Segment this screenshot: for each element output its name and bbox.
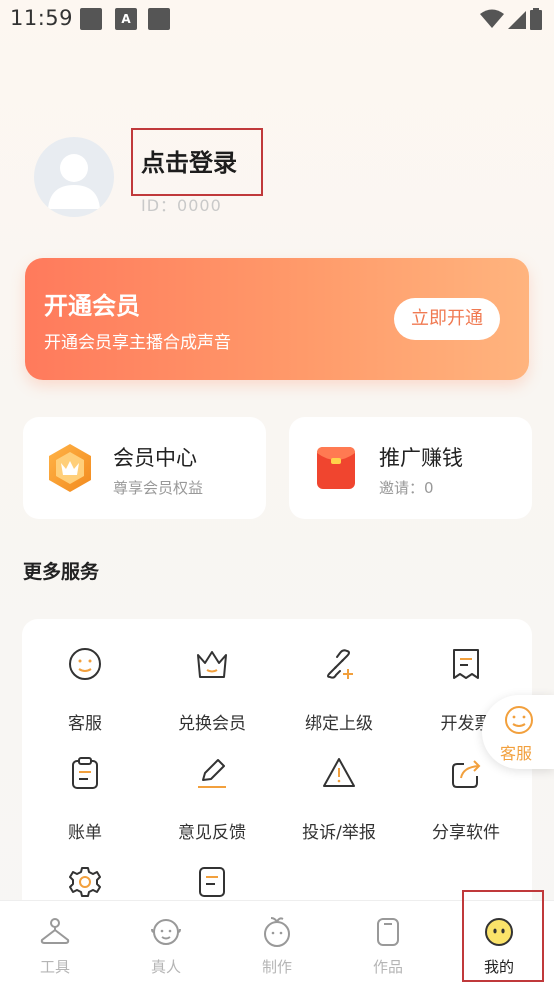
- notification-icon: [80, 8, 102, 30]
- floating-service-label: 客服: [500, 744, 533, 763]
- vip-title: 开通会员: [44, 292, 140, 320]
- service-label: 意见反馈: [178, 823, 246, 843]
- service-label: 投诉/举报: [302, 823, 376, 843]
- profile-page: 11:59 A 点击登录 ID：0000 开通会员 开通会员享主播合成声音 立即…: [0, 0, 554, 984]
- service-feedback[interactable]: 意见反馈: [149, 742, 275, 843]
- tab-works[interactable]: 作品: [333, 901, 443, 984]
- card-title: 会员中心: [113, 446, 197, 470]
- share-icon: [452, 760, 481, 788]
- service-customer-service[interactable]: 客服: [22, 633, 148, 734]
- open-vip-button[interactable]: 立即开通: [394, 298, 500, 340]
- gear-icon: [69, 867, 101, 897]
- notification-icon: [148, 8, 170, 30]
- smiley-face-icon: [69, 648, 101, 680]
- service-label: 客服: [68, 714, 102, 734]
- service-bill[interactable]: 账单: [22, 742, 148, 843]
- card-subtitle: 尊享会员权益: [113, 479, 204, 497]
- login-button[interactable]: 点击登录: [141, 143, 237, 178]
- a-badge-icon: A: [115, 8, 137, 30]
- red-envelope-icon: [317, 447, 355, 489]
- tab-label: 真人: [150, 958, 181, 976]
- crown-icon: [197, 651, 227, 678]
- tab-create[interactable]: 制作: [222, 901, 332, 984]
- tab-label: 制作: [261, 958, 292, 976]
- vip-subtitle: 开通会员享主播合成声音: [44, 333, 231, 353]
- wifi-icon: [480, 9, 504, 28]
- card-title: 推广赚钱: [379, 446, 463, 470]
- service-bind-superior[interactable]: 绑定上级: [276, 633, 402, 734]
- floating-customer-service-button[interactable]: 客服: [482, 695, 554, 769]
- smiley-face-icon: [505, 706, 533, 734]
- person-face-icon: [151, 919, 181, 945]
- tab-highlight-box: [462, 890, 544, 982]
- tab-real-person[interactable]: 真人: [111, 901, 221, 984]
- tab-label: 作品: [372, 958, 403, 976]
- service-complaint-report[interactable]: 投诉/举报: [276, 742, 402, 843]
- service-redeem-member[interactable]: 兑换会员: [149, 633, 275, 734]
- invoice-icon: [453, 649, 479, 679]
- status-bar: 11:59 A: [0, 0, 554, 38]
- warning-icon: [323, 758, 355, 787]
- status-icons: [480, 8, 542, 30]
- default-avatar-icon: [48, 154, 100, 209]
- member-center-card[interactable]: 会员中心 尊享会员权益: [23, 417, 266, 519]
- service-label: 绑定上级: [305, 714, 373, 734]
- service-label: 账单: [68, 823, 102, 843]
- more-services-title: 更多服务: [23, 561, 100, 583]
- hanger-icon: [40, 918, 70, 944]
- signal-icon: [508, 11, 526, 29]
- vip-banner[interactable]: 开通会员 开通会员享主播合成声音 立即开通: [25, 258, 529, 380]
- phone-frame-icon: [377, 918, 399, 946]
- service-label: 兑换会员: [178, 714, 246, 734]
- tab-label: 工具: [39, 958, 70, 976]
- pencil-icon: [198, 759, 226, 788]
- service-label: 分享软件: [432, 823, 500, 843]
- sprout-face-icon: [264, 917, 290, 947]
- document-icon: [199, 867, 225, 897]
- user-id: ID：0000: [141, 196, 222, 215]
- card-subtitle: 邀请：0: [379, 479, 434, 497]
- services-panel: 客服 兑换会员 绑定上级 开发票 账单 意见反馈 投诉/举报 分享软件: [22, 619, 532, 919]
- link-add-icon: [327, 649, 353, 679]
- status-time: 11:59: [10, 6, 74, 30]
- avatar[interactable]: [34, 137, 114, 217]
- crown-badge-icon: [49, 444, 91, 492]
- promote-earn-card[interactable]: 推广赚钱 邀请：0: [289, 417, 532, 519]
- battery-icon: [530, 8, 542, 30]
- clipboard-icon: [72, 757, 98, 789]
- tab-tools[interactable]: 工具: [0, 901, 110, 984]
